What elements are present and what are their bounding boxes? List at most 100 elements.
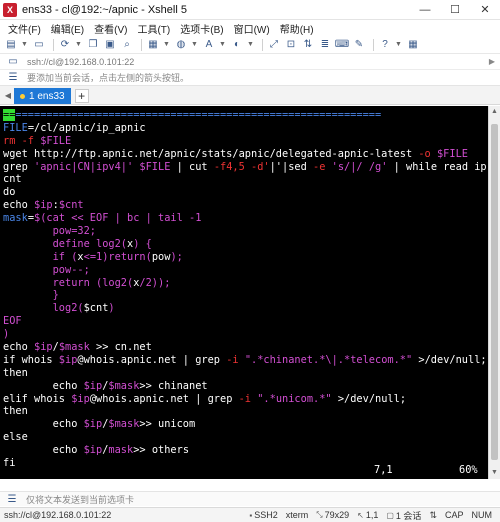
paste-icon[interactable]: ▣	[103, 38, 117, 51]
terminal-text: >> others	[133, 444, 190, 457]
terminal-text: -i	[226, 353, 245, 366]
scroll-down-icon[interactable]: ▼	[489, 467, 500, 479]
tab-ens33[interactable]: 1 ens33	[14, 88, 71, 104]
terminal-text: =/cl/apnic/ip_apnic	[27, 121, 146, 134]
terminal-area[interactable]: ========================================…	[0, 106, 488, 479]
color-scheme-dropdown-icon[interactable]: ▼	[247, 38, 254, 51]
terminal-text: )	[3, 328, 10, 341]
menu-view[interactable]: 查看(V)	[94, 21, 127, 36]
terminal-text: echo	[3, 418, 84, 431]
options-icon[interactable]: ▦	[406, 38, 420, 51]
terminal-line: echo $ip/mask>> others	[3, 444, 487, 457]
terminal-text: pow	[151, 250, 171, 263]
terminal-text: elif whois	[3, 392, 72, 405]
menu-edit[interactable]: 编辑(E)	[51, 21, 84, 36]
terminal-text: mask	[3, 212, 28, 225]
script-icon[interactable]: ≣	[318, 38, 332, 51]
address-arrow-icon[interactable]: ▶	[484, 57, 500, 66]
menu-window[interactable]: 窗口(W)	[234, 21, 270, 36]
terminal-line: wget http://ftp.apnic.net/apnic/stats/ap…	[3, 148, 487, 161]
terminal-text: 's/|/ /g'	[331, 160, 388, 173]
terminal-text: EOF	[3, 315, 22, 328]
bookmark-icon[interactable]: ☰	[6, 71, 20, 84]
compose-text[interactable]: 仅将文本发送到当前选项卡	[26, 493, 500, 506]
new-session-icon[interactable]: ▤	[4, 38, 18, 51]
terminal-text: do	[3, 186, 16, 199]
menu-tools[interactable]: 工具(T)	[137, 21, 170, 36]
terminal-content: ========================================…	[3, 109, 487, 470]
terminal-text: $cnt	[58, 199, 84, 212]
terminal-text: wget http://ftp.apnic.net/apnic/stats/ap…	[3, 147, 419, 160]
compose-menu-icon[interactable]: ☰	[5, 493, 19, 506]
find-icon[interactable]: ⌕	[120, 38, 134, 51]
menu-tab[interactable]: 选项卡(B)	[180, 21, 223, 36]
new-session-dropdown-icon[interactable]: ▼	[21, 38, 28, 51]
terminal-line: return (log2(x/2));	[3, 277, 487, 290]
terminal-text: 'apnic|CN|ipv4|'	[34, 160, 134, 173]
globe-icon[interactable]: ◍	[174, 38, 188, 51]
toolbar-divider	[53, 38, 54, 51]
maximize-button[interactable]: ☐	[440, 0, 470, 20]
keyboard-icon[interactable]: ⌨	[335, 38, 349, 51]
terminal-line: pow--;	[3, 264, 487, 277]
scrollbar-thumb[interactable]	[491, 124, 498, 460]
terminal-text: $ip	[83, 444, 103, 457]
reconnect-dropdown-icon[interactable]: ▼	[75, 38, 82, 51]
close-button[interactable]: ✕	[470, 0, 500, 20]
terminal-text: echo	[3, 199, 34, 212]
terminal-line: rm -f $FILE	[3, 135, 487, 148]
resize-icon: ⤡	[316, 510, 323, 519]
terminal-text: $mask	[58, 341, 90, 354]
scroll-percent: 60%	[459, 464, 478, 476]
properties-icon[interactable]: ▦	[146, 38, 160, 51]
terminal-text: ========================================…	[15, 109, 382, 121]
help-icon[interactable]: ?	[378, 38, 392, 51]
properties-dropdown-icon[interactable]: ▼	[163, 38, 170, 51]
status-transfer-icon[interactable]: ⇅	[429, 510, 437, 521]
terminal-text: -i	[238, 392, 258, 405]
fullscreen-icon[interactable]: ⤢	[267, 38, 281, 51]
menu-help[interactable]: 帮助(H)	[280, 21, 314, 36]
address-text[interactable]: ssh://cl@192.168.0.101:22	[27, 57, 484, 67]
xshell-app-icon[interactable]: X	[3, 2, 17, 17]
terminal-text: $FILE	[139, 160, 171, 173]
status-connection: ssh://cl@192.168.0.101:22	[4, 510, 112, 520]
status-cap: CAP	[444, 510, 464, 520]
terminal-text: then	[3, 366, 28, 379]
terminal-text: $(cat << EOF | bc | tail -1	[34, 212, 202, 225]
terminal-text: >/dev/null;	[331, 392, 407, 405]
terminal-line: elif whois $ip@whois.apnic.net | grep -i…	[3, 393, 487, 406]
color-scheme-icon[interactable]: ◐	[230, 38, 244, 51]
menu-bar: 文件(F) 编辑(E) 查看(V) 工具(T) 选项卡(B) 窗口(W) 帮助(…	[0, 20, 500, 36]
transfer-icon[interactable]: ⇅	[301, 38, 315, 51]
terminal-line: echo $ip/$mask>> unicom	[3, 418, 487, 431]
globe-dropdown-icon[interactable]: ▼	[191, 38, 198, 51]
help-dropdown-icon[interactable]: ▼	[395, 38, 402, 51]
tab-prev-icon[interactable]: ◀	[2, 91, 14, 100]
copy-icon[interactable]: ❐	[86, 38, 100, 51]
font-dropdown-icon[interactable]: ▼	[219, 38, 226, 51]
menu-file[interactable]: 文件(F)	[8, 21, 41, 36]
terminal-line: echo $ip/$mask >> cn.net	[3, 341, 487, 354]
tab-bar: ◀ 1 ens33 +	[0, 86, 500, 105]
reconnect-icon[interactable]: ⟳	[58, 38, 72, 51]
vertical-scrollbar[interactable]: ▲ ▼	[488, 106, 500, 479]
terminal-text: $cnt	[83, 302, 109, 315]
terminal-text: -f4,5 -d'	[213, 160, 270, 173]
add-tab-button[interactable]: +	[74, 89, 89, 103]
minimize-button[interactable]: —	[410, 0, 440, 20]
terminal-line: if whois $ip@whois.apnic.net | grep -i "…	[3, 354, 487, 367]
status-bar: ssh://cl@192.168.0.101:22 ▪ SSH2 xterm ⤡…	[0, 507, 500, 522]
terminal-text: ) {	[133, 237, 152, 250]
terminal-text: |'|sed	[269, 160, 314, 173]
terminal-text: $FILE	[40, 134, 72, 147]
open-folder-icon[interactable]: ▭	[32, 38, 46, 51]
scroll-up-icon[interactable]: ▲	[489, 106, 500, 118]
font-icon[interactable]: A	[202, 38, 216, 51]
terminal-line: do	[3, 186, 487, 199]
lock-icon[interactable]: ⊡	[284, 38, 298, 51]
compose-icon[interactable]: ✎	[352, 38, 366, 51]
